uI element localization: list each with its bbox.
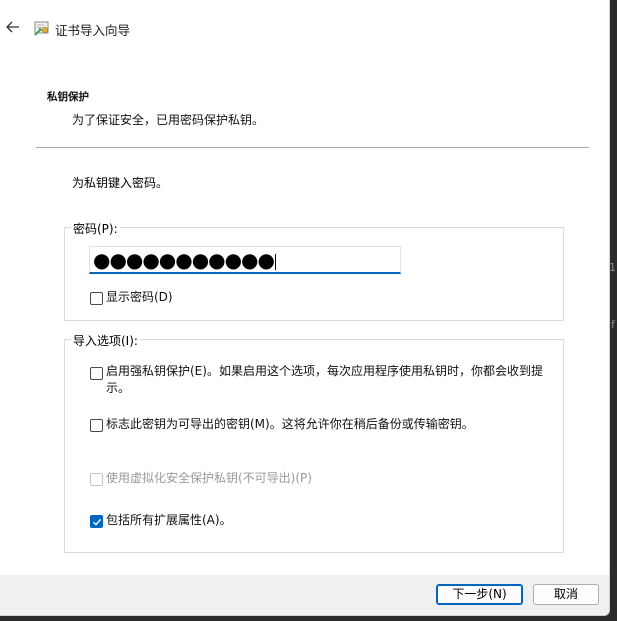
exportable-key-checkbox[interactable] (90, 419, 103, 432)
strong-key-protection-label[interactable]: 启用强私钥保护(E)。如果启用这个选项，每次应用程序使用私钥时，你都会收到提 示。 (106, 363, 551, 397)
password-value: ●●●●●●●●●●● (93, 248, 276, 272)
exportable-key-label[interactable]: 标志此密钥为可导出的密钥(M)。这将允许你在稍后备份或传输密钥。 (106, 416, 474, 433)
header-divider (36, 147, 589, 148)
section-description: 为了保证安全，已用密码保护私钥。 (72, 113, 265, 127)
cancel-button[interactable]: 取消 (533, 584, 599, 605)
strong-key-protection-checkbox[interactable] (90, 367, 103, 380)
next-button[interactable]: 下一步(N) (436, 584, 523, 605)
arrow-left-icon (6, 21, 19, 33)
import-options-label: 导入选项(I): (71, 332, 140, 349)
show-password-label[interactable]: 显示密码(D) (106, 289, 173, 306)
password-group (64, 227, 564, 321)
password-field[interactable]: ●●●●●●●●●●● (89, 246, 401, 274)
show-password-checkbox[interactable] (90, 292, 103, 305)
text-caret (274, 253, 276, 270)
title-bar: 证书导入向导 (0, 0, 609, 56)
password-group-label: 密码(P): (71, 220, 120, 237)
virtualization-protection-label: 使用虚拟化安全保护私钥(不可导出)(P) (106, 471, 312, 485)
checkmark-icon (93, 518, 102, 526)
certificate-icon (33, 19, 51, 37)
include-extended-properties-checkbox[interactable] (90, 515, 103, 528)
window-title: 证书导入向导 (55, 23, 131, 38)
instruction-text: 为私钥键入密码。 (72, 176, 169, 190)
virtualization-protection-checkbox (90, 473, 103, 486)
background-window-fragment: f (611, 318, 615, 331)
section-heading: 私钥保护 (47, 91, 89, 103)
back-button[interactable] (2, 16, 24, 38)
background-window-fragment: 1( (609, 261, 617, 274)
certificate-import-wizard-window: 证书导入向导 私钥保护 为了保证安全，已用密码保护私钥。 为私钥键入密码。 密码… (0, 0, 610, 616)
include-extended-properties-label[interactable]: 包括所有扩展属性(A)。 (106, 512, 232, 529)
